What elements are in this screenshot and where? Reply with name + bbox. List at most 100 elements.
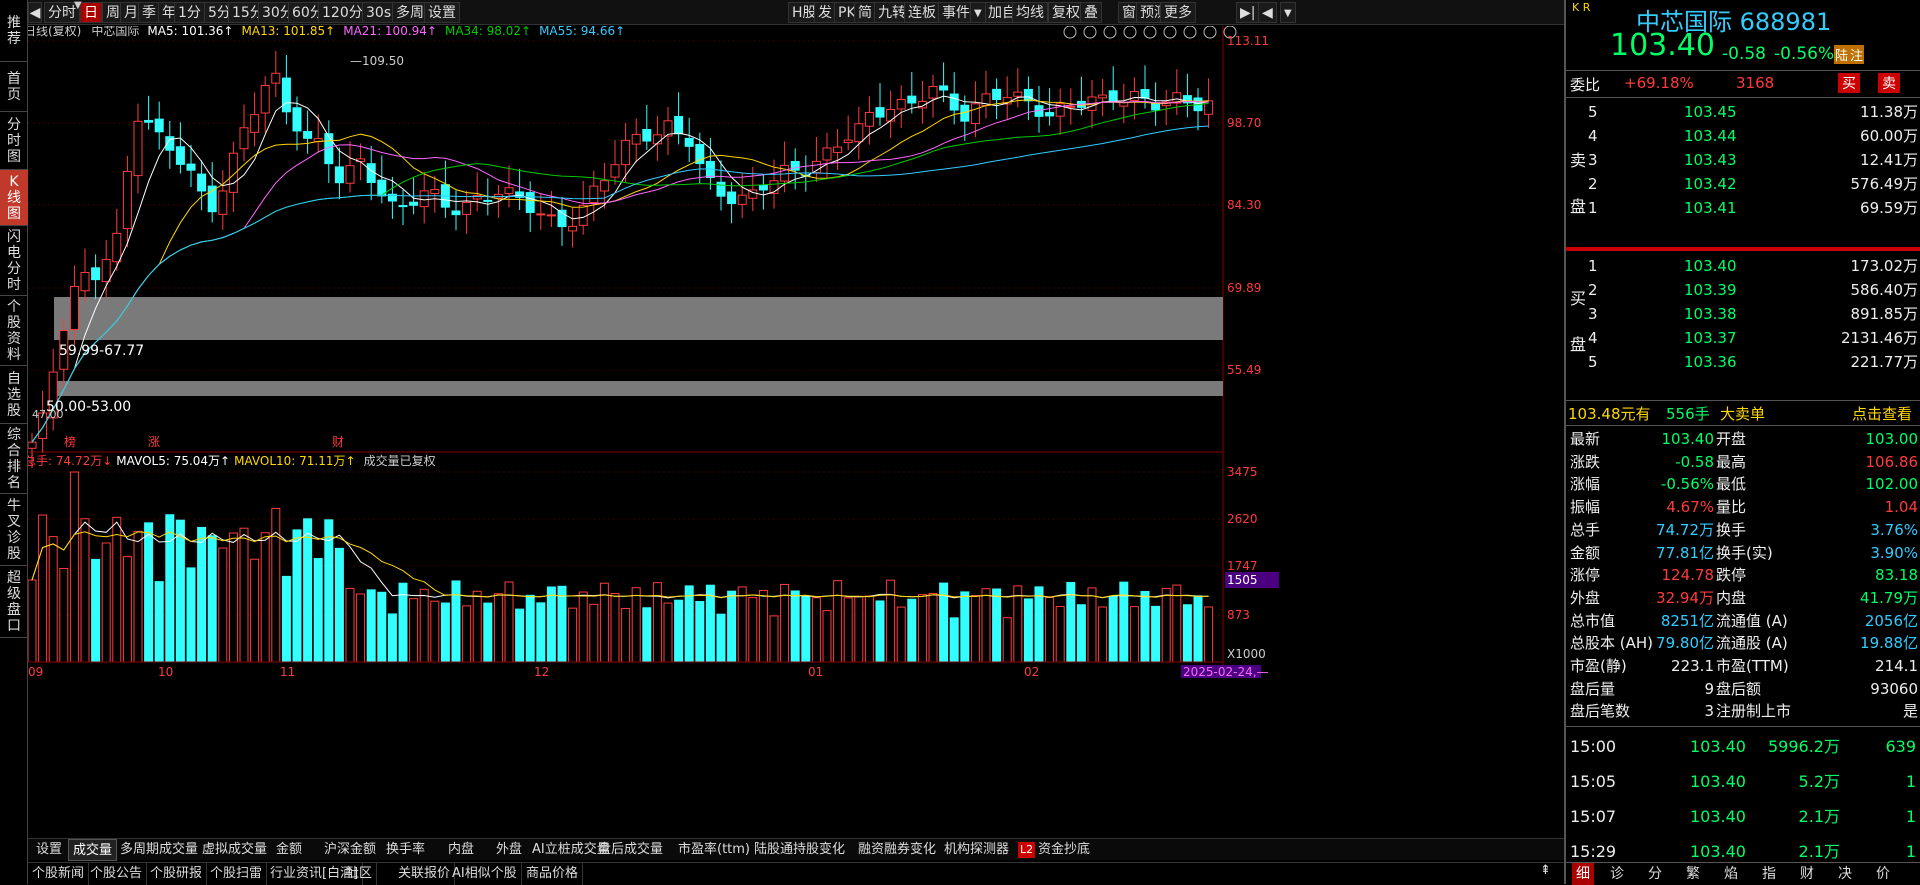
indicator-tab-14[interactable]: 机构探测器: [940, 839, 1013, 861]
price-axis-label: 98.70: [1227, 116, 1261, 130]
toolbar-prev-button[interactable]: ◀: [28, 2, 42, 23]
indicator-tab-7[interactable]: 内盘: [444, 839, 478, 861]
volume-bar: [727, 590, 737, 663]
toolbar-right-10[interactable]: 叠: [1080, 2, 1102, 23]
buy-level-row[interactable]: 3 103.38 891.85万: [1566, 302, 1920, 326]
indicator-tab-10[interactable]: 盘后成交量: [594, 839, 667, 861]
info-tab-3[interactable]: 个股扫雷: [206, 863, 268, 885]
info-tab-0[interactable]: 个股新闻: [28, 863, 90, 885]
buy-level-row[interactable]: 2 103.39 586.40万: [1566, 278, 1920, 302]
level-price: 103.37: [1684, 329, 1737, 347]
big-order-link[interactable]: 点击查看: [1852, 403, 1912, 424]
volume-bar: [1119, 581, 1129, 663]
quote-tab-7[interactable]: 决: [1838, 863, 1852, 885]
indicator-tab-8[interactable]: 外盘: [492, 839, 526, 861]
sidebar-item-3[interactable]: K线图: [0, 170, 28, 226]
toolbar-right-13[interactable]: 更多: [1160, 2, 1196, 23]
scroll-top-icon[interactable]: ⇞: [1540, 863, 1551, 878]
toolbar-right-5[interactable]: 连板: [904, 2, 940, 23]
event-marker-0[interactable]: 榜: [64, 434, 76, 449]
indicator-tab-15[interactable]: 资金抄底: [1034, 839, 1094, 861]
toolbar-right-1[interactable]: 发: [814, 2, 836, 23]
indicator-tab-1[interactable]: 成交量: [68, 839, 118, 861]
sidebar-item-8[interactable]: 牛叉诊股: [0, 494, 28, 566]
buy-level-row[interactable]: 5 103.36 221.77万: [1566, 350, 1920, 374]
info-tab-8[interactable]: 商品价格: [522, 863, 584, 885]
dropdown-arrow-icon[interactable]: ▼: [970, 2, 986, 23]
indicator-tab-4[interactable]: 金额: [272, 839, 306, 861]
sidebar-item-0[interactable]: 推荐: [0, 0, 28, 62]
toolbar-right-9[interactable]: 复权: [1048, 2, 1084, 23]
toolbar-period-12[interactable]: 30s: [362, 2, 396, 23]
volume-bar: [462, 605, 472, 663]
sidebar-item-char: 时: [7, 132, 21, 149]
info-tab-6[interactable]: 关联报价: [394, 863, 456, 885]
sidebar-item-5[interactable]: 个股资料: [0, 296, 28, 366]
sidebar-item-2[interactable]: 分时图: [0, 112, 28, 170]
toolbar-collapse-icon[interactable]: ◀: [1258, 2, 1277, 23]
buy-level-row[interactable]: 4 103.37 2131.46万: [1566, 326, 1920, 350]
stat-value: 3.90%: [1870, 543, 1918, 562]
indicator-tab-11[interactable]: 市盈率(ttm): [674, 839, 754, 861]
info-tab-7[interactable]: AI相似个股: [448, 863, 522, 885]
sidebar-item-7[interactable]: 综合排名: [0, 424, 28, 494]
quote-tab-4[interactable]: 焰: [1724, 863, 1738, 885]
tick-price: 103.40: [1690, 737, 1746, 756]
candle-body: [334, 166, 344, 184]
quote-tab-5[interactable]: 指: [1762, 863, 1776, 885]
toolbar-jump-end-icon[interactable]: ▶|: [1236, 2, 1260, 23]
date-axis-label: 10: [158, 665, 173, 678]
toolbar-period-6[interactable]: 1分: [174, 2, 205, 23]
volume-bar: [960, 591, 970, 663]
quote-tab-1[interactable]: 诊: [1610, 863, 1624, 885]
kline-chart-svg[interactable]: 日线(复权) 中芯国际 MA5: 101.36↑ MA13: 101.85↑ MA21:…: [24, 23, 1564, 679]
dropdown-arrow-icon[interactable]: ▼: [1280, 2, 1296, 23]
quote-tab-8[interactable]: 价: [1876, 863, 1890, 885]
quote-tab-6[interactable]: 财: [1800, 863, 1814, 885]
sell-level-row[interactable]: 3 103.43 12.41万: [1566, 148, 1920, 172]
info-tab-5[interactable]: 社区: [342, 863, 378, 885]
quote-tab-3[interactable]: 繁: [1686, 863, 1700, 885]
sell-level-row[interactable]: 1 103.41 69.59万: [1566, 196, 1920, 220]
sidebar-item-9[interactable]: 超级盘口: [0, 566, 28, 638]
sidebar-item-1[interactable]: 首页: [0, 62, 28, 112]
indicator-tab-2[interactable]: 多周期成交量: [116, 839, 202, 861]
toolbar-right-3[interactable]: 简: [854, 2, 876, 23]
candle-body: [303, 130, 313, 139]
toolbar-period-14[interactable]: 设置: [424, 2, 460, 23]
toolbar-period-1[interactable]: 日: [80, 2, 102, 23]
kline-chart-area[interactable]: 日线(复权) 中芯国际 MA5: 101.36↑ MA13: 101.85↑ MA21:…: [24, 23, 1564, 679]
sidebar-item-char: 荐: [7, 30, 21, 47]
sell-level-row[interactable]: 5 103.45 11.38万: [1566, 100, 1920, 124]
quote-tab-2[interactable]: 分: [1648, 863, 1662, 885]
info-tab-2[interactable]: 个股研报: [146, 863, 208, 885]
indicator-tab-5[interactable]: 沪深金额: [320, 839, 380, 861]
indicator-tab-0[interactable]: 设置: [32, 839, 66, 861]
toolbar-right-6[interactable]: 事件: [938, 2, 974, 23]
toolbar-right-8[interactable]: 均线: [1012, 2, 1048, 23]
indicator-tab-6[interactable]: 换手率: [382, 839, 429, 861]
event-marker-1[interactable]: 涨: [148, 434, 160, 449]
volume-bar: [917, 594, 927, 663]
indicator-tab-3[interactable]: 虚拟成交量: [198, 839, 271, 861]
buy-button[interactable]: 买: [1838, 73, 1860, 93]
sidebar-item-6[interactable]: 自选股: [0, 366, 28, 424]
info-tab-1[interactable]: 个股公告: [86, 863, 148, 885]
sell-level-row[interactable]: 4 103.44 60.00万: [1566, 124, 1920, 148]
indicator-tab-12[interactable]: 陆股通持股变化: [750, 839, 849, 861]
sell-button[interactable]: 卖: [1878, 73, 1900, 93]
volume-bar: [493, 593, 503, 663]
candle-body: [1066, 105, 1076, 108]
candle-body: [992, 88, 1002, 101]
quote-tab-0[interactable]: 细: [1572, 863, 1594, 885]
toolbar-period-4[interactable]: 季: [138, 2, 160, 23]
buy-level-row[interactable]: 1 103.40 173.02万: [1566, 254, 1920, 278]
event-marker-2[interactable]: 财: [332, 435, 344, 449]
indicator-tab-13[interactable]: 融资融券变化: [854, 839, 940, 861]
tick-volume: 2.1万: [1798, 807, 1840, 826]
volume-bar: [674, 599, 684, 663]
sidebar-item-4[interactable]: 闪电分时: [0, 226, 28, 296]
date-axis-label: 11: [280, 665, 295, 678]
sell-level-row[interactable]: 2 103.42 576.49万: [1566, 172, 1920, 196]
toolbar-period-11[interactable]: 120分: [318, 2, 367, 23]
